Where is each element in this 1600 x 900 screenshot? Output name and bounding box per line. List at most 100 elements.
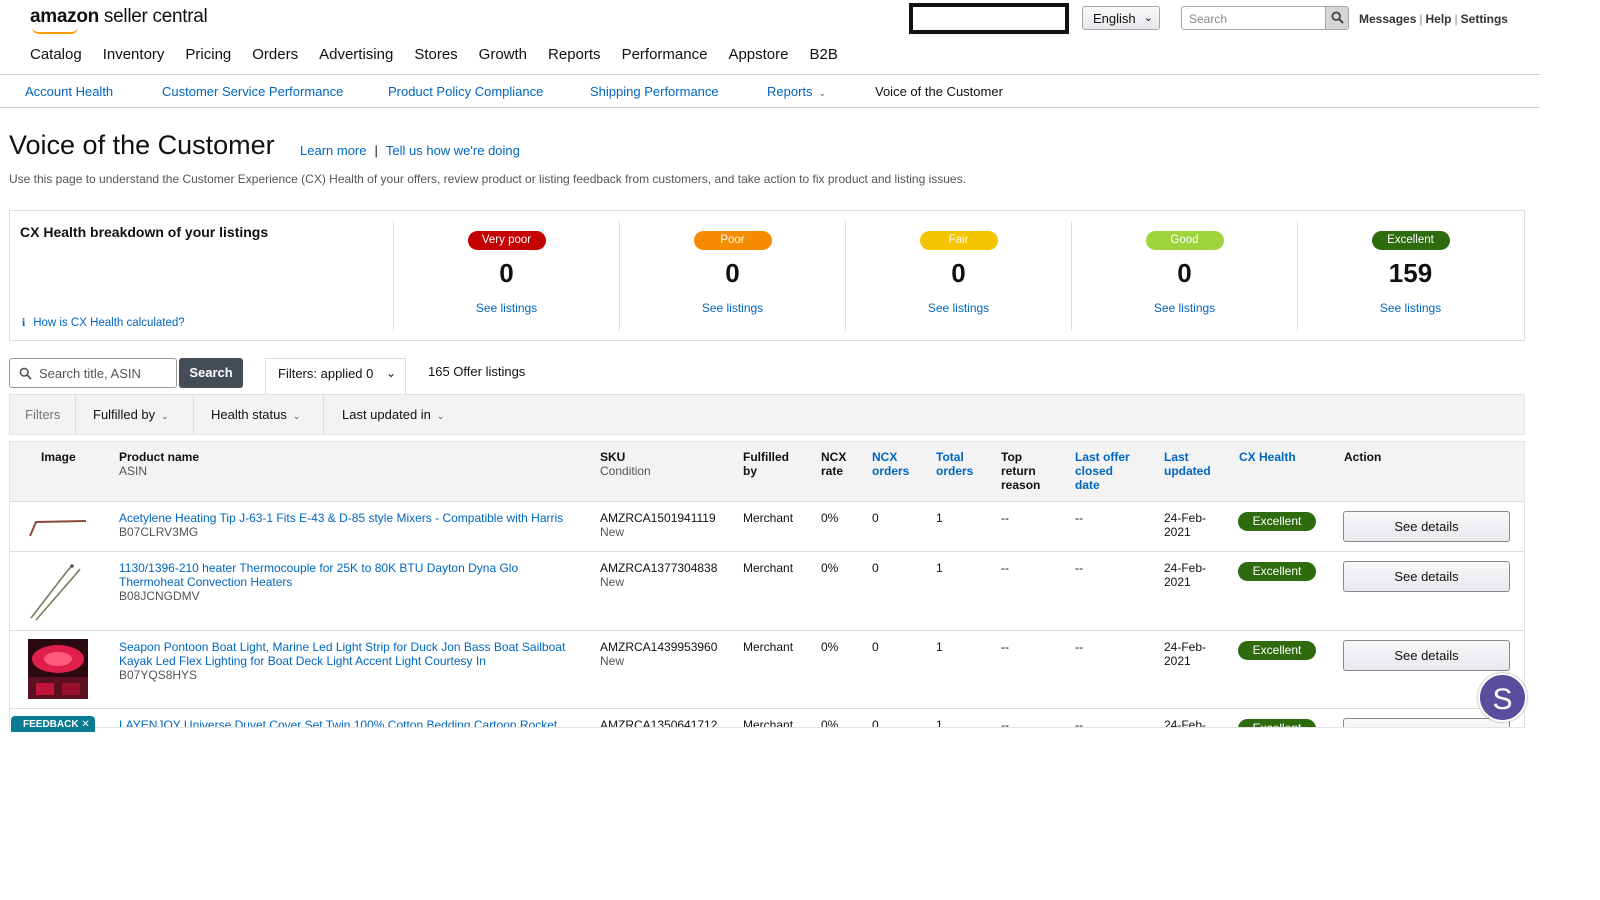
subnav-reports[interactable]: Reports ⌄	[767, 84, 826, 99]
nav-pricing[interactable]: Pricing	[185, 46, 231, 63]
help-link[interactable]: Help	[1426, 12, 1452, 26]
see-details-button[interactable]: See details	[1343, 718, 1510, 727]
search-icon	[19, 367, 32, 380]
total-orders: 1	[936, 561, 943, 575]
feedback-tab[interactable]: FEEDBACK ✕	[11, 716, 95, 732]
filter-fulfilled-by[interactable]: Fulfilled by ⌄	[93, 407, 169, 422]
page-title: Voice of the Customer	[9, 130, 275, 160]
learn-more-link[interactable]: Learn more	[300, 143, 366, 158]
header-links: Messages | Help | Settings	[1359, 12, 1508, 26]
asin: B07YQS8HYS	[119, 668, 198, 682]
total-orders: 1	[936, 718, 943, 728]
col-sku[interactable]: SKU Condition	[600, 450, 651, 478]
search-icon	[1331, 11, 1344, 24]
header-search-input[interactable]: Search	[1189, 12, 1227, 26]
ncx-orders: 0	[872, 561, 879, 575]
col-last-offer-closed[interactable]: Last offer closed date	[1075, 450, 1139, 492]
subnav-product-policy[interactable]: Product Policy Compliance	[388, 84, 543, 99]
last-offer-closed: --	[1075, 511, 1083, 525]
product-name-link[interactable]: Seapon Pontoon Boat Light, Marine Led Li…	[119, 640, 574, 668]
fulfilled-by: Merchant	[743, 640, 794, 654]
subnav-voice-of-customer[interactable]: Voice of the Customer	[875, 84, 1003, 99]
total-orders: 1	[936, 511, 943, 525]
see-details-button[interactable]: See details	[1343, 561, 1510, 592]
col-fulfilled-by: Fulfilled by	[743, 450, 789, 478]
table-header: Image Product name ASIN SKU Condition Fulf…	[10, 442, 1524, 502]
fulfilled-by: Merchant	[743, 511, 794, 525]
nav-appstore[interactable]: Appstore	[728, 46, 788, 63]
product-name-link[interactable]: LAYENJOY Universe Duvet Cover Set Twin 1…	[119, 718, 574, 727]
see-listings-very-poor[interactable]: See listings	[394, 301, 619, 315]
chevron-down-icon: ⌄	[292, 411, 301, 421]
filter-last-updated[interactable]: Last updated in ⌄	[342, 407, 444, 422]
subnav-account-health[interactable]: Account Health	[25, 84, 113, 99]
ncx-orders: 0	[872, 718, 879, 728]
cx-health-badge: Excellent	[1238, 719, 1316, 727]
header-search-button[interactable]	[1325, 7, 1348, 29]
nav-performance[interactable]: Performance	[622, 46, 708, 63]
product-thumbnail[interactable]	[28, 510, 88, 540]
cx-column-fair: Fair 0 See listings	[845, 221, 1071, 331]
top-return-reason: --	[1001, 511, 1009, 525]
table-row: 1130/1396-210 heater Thermocouple for 25…	[10, 552, 1524, 631]
sku: AMZRCA1439953960	[600, 640, 718, 654]
cx-column-poor: Poor 0 See listings	[619, 221, 845, 331]
messages-link[interactable]: Messages	[1359, 12, 1416, 26]
subnav-customer-service[interactable]: Customer Service Performance	[162, 84, 343, 99]
nav-orders[interactable]: Orders	[252, 46, 298, 63]
very-poor-count: 0	[499, 258, 514, 288]
last-offer-closed: --	[1075, 561, 1083, 575]
listing-search-input[interactable]: Search title, ASIN	[9, 358, 177, 388]
last-updated: 24-Feb- 2021	[1164, 561, 1207, 589]
fulfilled-by: Merchant	[743, 718, 794, 728]
sku: AMZRCA1501941119	[600, 511, 716, 525]
excellent-count: 159	[1388, 258, 1433, 288]
col-cx-health[interactable]: CX Health	[1239, 450, 1296, 464]
nav-stores[interactable]: Stores	[414, 46, 457, 63]
see-listings-poor[interactable]: See listings	[620, 301, 845, 315]
nav-reports[interactable]: Reports	[548, 46, 601, 63]
product-name-link[interactable]: 1130/1396-210 heater Thermocouple for 25…	[119, 561, 574, 589]
nav-catalog[interactable]: Catalog	[30, 46, 82, 63]
settings-link[interactable]: Settings	[1461, 12, 1508, 26]
cx-health-badge: Excellent	[1238, 562, 1316, 581]
see-details-button[interactable]: See details	[1343, 511, 1510, 542]
nav-b2b[interactable]: B2B	[809, 46, 837, 63]
subnav-shipping[interactable]: Shipping Performance	[590, 84, 719, 99]
search-button[interactable]: Search	[179, 358, 243, 388]
see-listings-fair[interactable]: See listings	[846, 301, 1071, 315]
top-return-reason: --	[1001, 718, 1009, 728]
see-listings-good[interactable]: See listings	[1072, 301, 1297, 315]
filter-bar: Filters Fulfilled by ⌄ Health status ⌄ Las…	[9, 394, 1525, 435]
product-thumbnail[interactable]	[28, 639, 88, 699]
col-last-updated[interactable]: Last updated	[1164, 450, 1220, 478]
redacted-box	[909, 3, 1069, 34]
see-listings-excellent[interactable]: See listings	[1298, 301, 1523, 315]
asin: B08JCNGDMV	[119, 589, 200, 603]
product-thumbnail[interactable]	[28, 560, 88, 622]
amazon-seller-central-logo[interactable]: amazon seller central	[30, 6, 208, 34]
col-product[interactable]: Product name ASIN	[119, 450, 199, 478]
sku: AMZRCA1377304838	[600, 561, 718, 575]
filter-health-status[interactable]: Health status ⌄	[211, 407, 300, 422]
user-avatar[interactable]: S	[1478, 673, 1527, 722]
cx-health-info[interactable]: i How is CX Health calculated?	[22, 317, 185, 329]
title-links: Learn more | Tell us how we're doing	[300, 143, 520, 158]
language-select[interactable]: English ⌄	[1082, 6, 1160, 30]
product-name-link[interactable]: Acetylene Heating Tip J-63-1 Fits E-43 &…	[119, 511, 574, 525]
nav-growth[interactable]: Growth	[479, 46, 527, 63]
col-ncx-orders[interactable]: NCX orders	[872, 450, 920, 478]
nav-advertising[interactable]: Advertising	[319, 46, 393, 63]
see-details-button[interactable]: See details	[1343, 640, 1510, 671]
main-nav: Catalog Inventory Pricing Orders Adverti…	[30, 46, 859, 63]
header-search[interactable]: Search	[1181, 6, 1349, 30]
chevron-down-icon: ⌄	[436, 411, 445, 421]
cx-health-badge: Excellent	[1238, 512, 1316, 531]
nav-inventory[interactable]: Inventory	[103, 46, 165, 63]
table-row: LAYENJOY Universe Duvet Cover Set Twin 1…	[10, 709, 1524, 728]
feedback-link[interactable]: Tell us how we're doing	[386, 143, 520, 158]
top-return-reason: --	[1001, 561, 1009, 575]
filters-applied-toggle[interactable]: Filters: applied 0 ⌄	[265, 358, 406, 394]
col-total-orders[interactable]: Total orders	[936, 450, 984, 478]
asin: B07CLRV3MG	[119, 525, 199, 539]
